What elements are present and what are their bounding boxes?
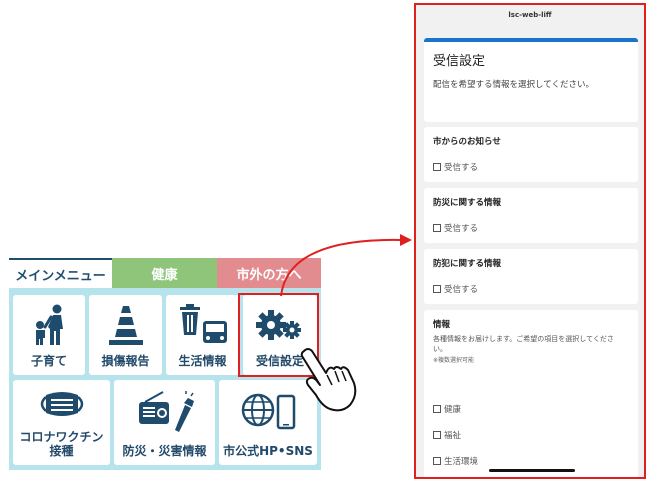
section-crime-prevention: 防犯に関する情報 受信する [424, 249, 638, 304]
app-title: lsc-web-liff [508, 11, 552, 19]
page-title: 受信設定 [433, 54, 486, 69]
checkbox[interactable] [433, 405, 441, 413]
section-title: 市からのお知らせ [433, 137, 501, 147]
checkbox-label: 健康 [444, 405, 462, 415]
pointing-hand-icon [300, 348, 357, 412]
checkbox-label: 受信する [444, 163, 479, 173]
receive-checkbox-row[interactable]: 受信する [433, 283, 478, 295]
section-subtitle: 各種情報をお届けします。ご希望の項目を選択してくださ い。 [433, 335, 614, 353]
receive-checkbox-row[interactable]: 受信する [433, 161, 478, 173]
page-description: 配信を希望する情報を選択してください。 [433, 80, 594, 90]
receive-checkbox-row[interactable]: 受信する [433, 222, 478, 234]
option-living-environment[interactable]: 生活環境 [433, 455, 478, 467]
section-title: 情報 [433, 320, 451, 330]
settings-header-card: 受信設定 配信を希望する情報を選択してください。 [424, 38, 638, 122]
section-title: 防犯に関する情報 [433, 259, 502, 269]
section-information: 情報 各種情報をお届けします。ご希望の項目を選択してくださ い。 ※複数選択可能… [424, 310, 638, 477]
checkbox[interactable] [433, 224, 441, 232]
checkbox-label: 生活環境 [444, 457, 479, 467]
checkbox[interactable] [433, 431, 441, 439]
section-disaster-prevention: 防災に関する情報 受信する [424, 188, 638, 243]
checkbox[interactable] [433, 457, 441, 465]
option-welfare[interactable]: 福祉 [433, 429, 461, 441]
checkbox-label: 受信する [444, 285, 479, 295]
checkbox-label: 受信する [444, 224, 479, 234]
section-title: 防災に関する情報 [433, 198, 502, 208]
checkbox[interactable] [433, 285, 441, 293]
option-health[interactable]: 健康 [433, 403, 461, 415]
checkbox-label: 福祉 [444, 431, 462, 441]
liff-phone-screen: lsc-web-liff 受信設定 配信を希望する情報を選択してください。 市か… [414, 3, 646, 479]
section-city-notice: 市からのお知らせ 受信する [424, 127, 638, 182]
home-indicator [489, 469, 575, 472]
section-note: ※複数選択可能 [433, 357, 475, 364]
checkbox[interactable] [433, 163, 441, 171]
